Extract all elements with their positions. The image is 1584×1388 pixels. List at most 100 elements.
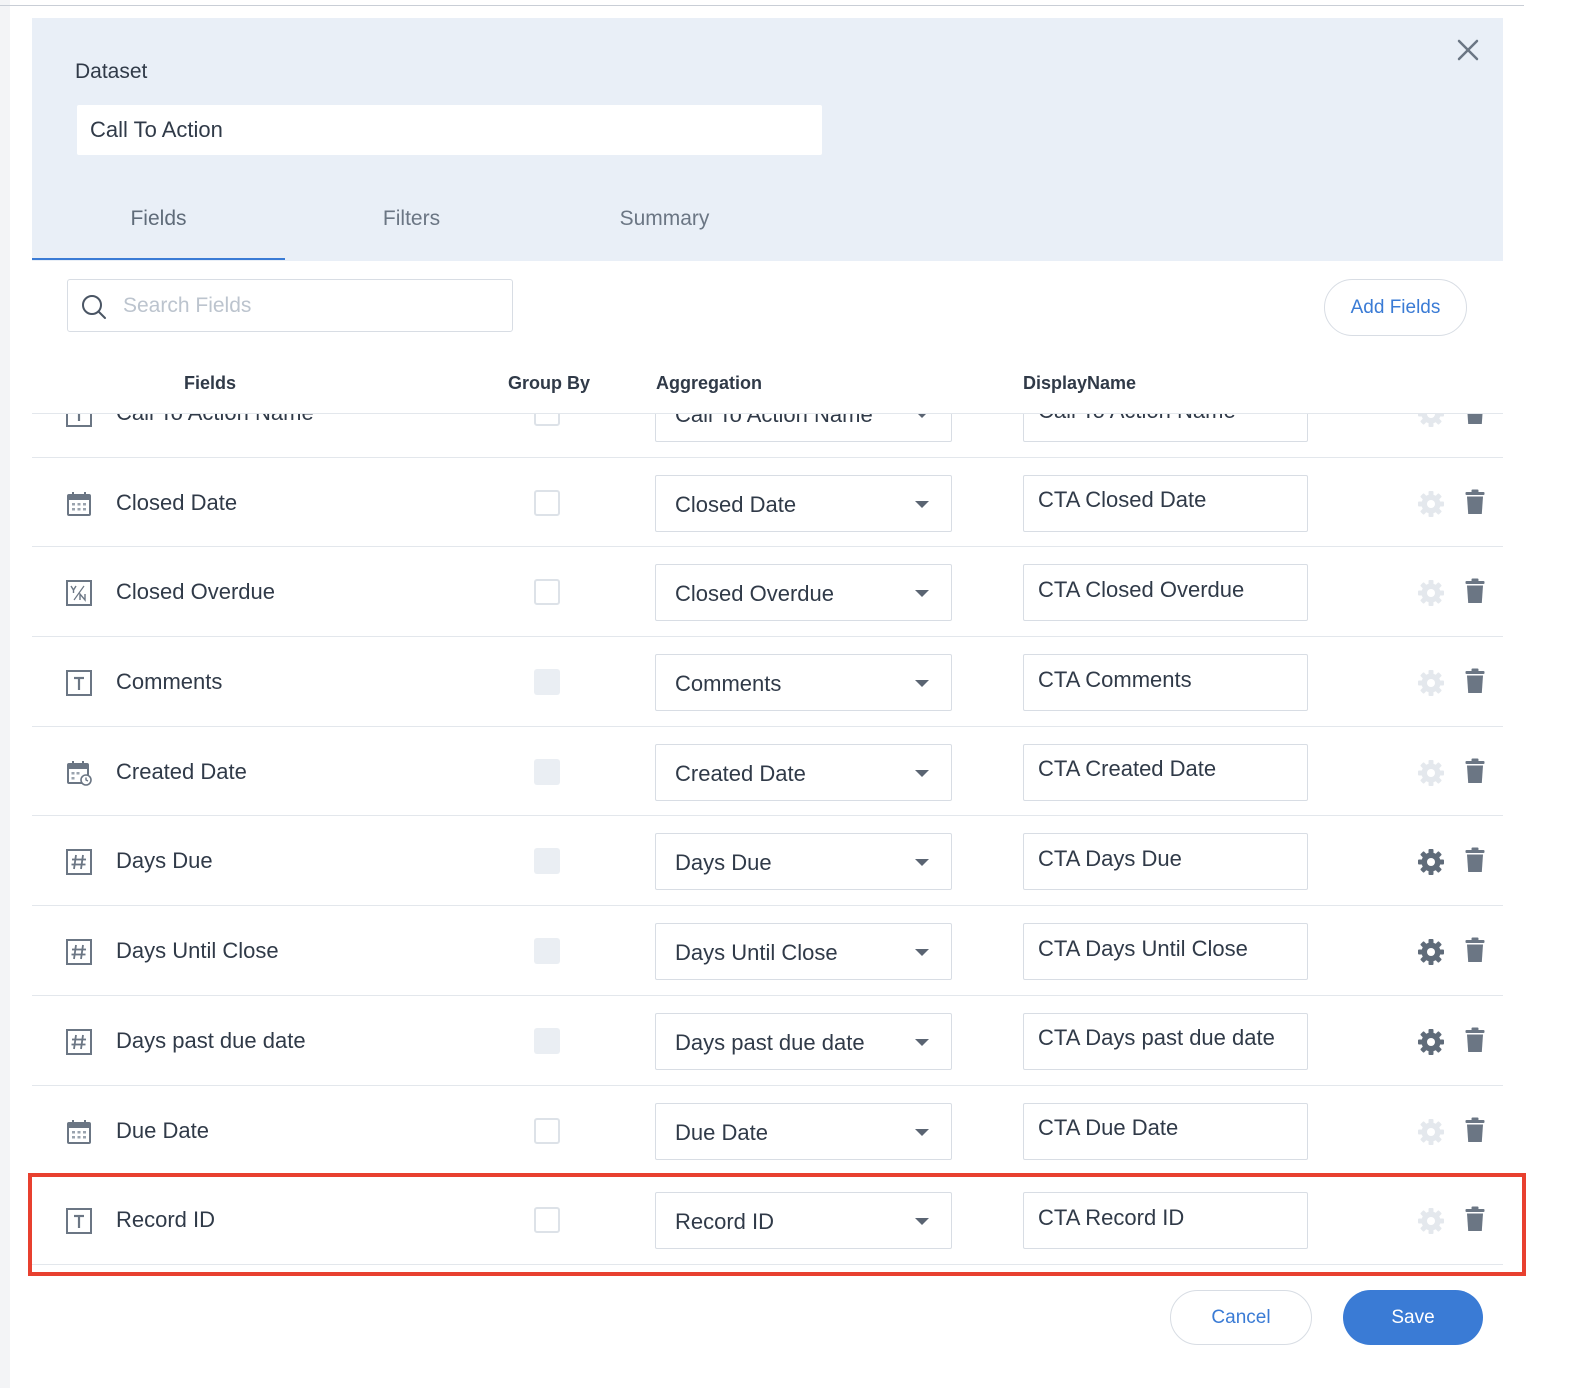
display-name-input[interactable] (1023, 833, 1308, 891)
group-by-checkbox[interactable] (534, 414, 560, 426)
table-row: Created Date Created Date (32, 727, 1503, 817)
display-name-input[interactable] (1023, 654, 1308, 712)
caret-down-icon (915, 859, 929, 867)
field-name: Days Until Close (116, 938, 279, 964)
aggregation-value: Days Until Close (675, 940, 838, 966)
field-name: Closed Date (116, 489, 238, 515)
group-by-checkbox[interactable] (534, 1207, 560, 1234)
display-name-input[interactable] (1023, 923, 1308, 981)
fields-table-body: Call To Action Name Call To Action Name Cl… (32, 413, 1503, 1265)
text-field-icon (66, 414, 92, 427)
number-field-icon (66, 849, 92, 876)
gear-icon (1418, 759, 1444, 786)
tab-summary[interactable]: Summary (538, 194, 791, 260)
trash-icon[interactable] (1465, 578, 1485, 604)
aggregation-select[interactable]: Days Due (655, 833, 952, 891)
trash-icon[interactable] (1465, 937, 1485, 963)
trash-icon[interactable] (1465, 489, 1485, 515)
top-divider (0, 5, 1524, 6)
cancel-button[interactable]: Cancel (1170, 1290, 1312, 1345)
display-name-input[interactable] (1023, 1012, 1308, 1070)
table-row: Days Due Days Due (32, 816, 1503, 907)
aggregation-value: Days past due date (675, 1029, 865, 1055)
display-name-input[interactable] (1023, 743, 1308, 801)
caret-down-icon (915, 1128, 929, 1136)
gear-icon (1418, 490, 1444, 517)
gear-icon[interactable] (1417, 848, 1445, 876)
aggregation-select[interactable]: Call To Action Name (655, 413, 952, 442)
display-name-input[interactable] (1023, 1102, 1308, 1160)
group-by-checkbox (534, 848, 560, 875)
table-row: Closed Date Closed Date (32, 458, 1503, 548)
display-name-input[interactable] (1023, 414, 1308, 442)
trash-icon[interactable] (1465, 847, 1485, 873)
aggregation-select[interactable]: Comments (655, 654, 952, 712)
column-header-fields: Fields (184, 373, 237, 393)
group-by-checkbox (534, 1027, 560, 1054)
field-name: Days past due date (116, 1027, 306, 1053)
caret-down-icon (915, 949, 929, 957)
trash-icon[interactable] (1465, 1117, 1485, 1143)
group-by-checkbox[interactable] (534, 579, 560, 606)
fields-table[interactable]: Call To Action Name Call To Action Name Cl… (32, 413, 1503, 1275)
aggregation-select[interactable]: Closed Date (655, 474, 952, 532)
calendar-icon (67, 1119, 91, 1144)
column-header-aggregation: Aggregation (656, 373, 762, 393)
caret-down-icon (915, 590, 929, 598)
caret-down-icon (915, 680, 929, 688)
aggregation-select[interactable]: Days past due date (655, 1012, 952, 1070)
group-by-checkbox (534, 669, 560, 696)
field-name: Call To Action Name (116, 414, 314, 426)
aggregation-value: Comments (675, 671, 782, 697)
display-name-input[interactable] (1023, 474, 1308, 532)
field-name: Comments (116, 669, 223, 695)
boolean-field-icon (66, 580, 92, 607)
aggregation-select[interactable]: Closed Overdue (655, 564, 952, 622)
aggregation-select[interactable]: Created Date (655, 743, 952, 801)
column-header-group-by: Group By (508, 373, 591, 393)
trash-icon[interactable] (1465, 758, 1485, 784)
dataset-name-input[interactable] (77, 105, 822, 155)
trash-icon[interactable] (1465, 1027, 1485, 1053)
number-field-icon (66, 1028, 92, 1055)
close-icon (1457, 39, 1479, 61)
field-name: Record ID (116, 1207, 216, 1233)
caret-down-icon (915, 1218, 929, 1226)
gear-icon (1418, 414, 1444, 427)
aggregation-value: Closed Date (675, 491, 797, 517)
group-by-checkbox[interactable] (534, 1117, 560, 1144)
aggregation-value: Call To Action Name (675, 413, 873, 427)
trash-icon[interactable] (1465, 413, 1485, 425)
search-input[interactable] (123, 288, 493, 324)
group-by-checkbox[interactable] (534, 489, 560, 516)
close-button[interactable] (1452, 34, 1484, 66)
gear-icon[interactable] (1417, 938, 1445, 966)
field-name: Created Date (116, 758, 247, 784)
aggregation-select[interactable]: Record ID (655, 1192, 952, 1250)
field-name: Closed Overdue (116, 579, 275, 605)
trash-icon[interactable] (1465, 1206, 1485, 1232)
aggregation-value: Closed Overdue (675, 581, 834, 607)
background-page-edge (0, 0, 10, 1388)
gear-icon (1418, 580, 1444, 607)
add-fields-button[interactable]: Add Fields (1324, 279, 1467, 336)
tab-filters[interactable]: Filters (285, 194, 538, 260)
save-button[interactable]: Save (1343, 1290, 1483, 1345)
aggregation-select[interactable]: Due Date (655, 1102, 952, 1160)
group-by-checkbox (534, 938, 560, 965)
aggregation-value: Due Date (675, 1119, 768, 1145)
caret-down-icon (915, 769, 929, 777)
number-field-icon (66, 939, 92, 966)
gear-icon (1418, 670, 1444, 697)
caret-down-icon (915, 500, 929, 508)
aggregation-select[interactable]: Days Until Close (655, 923, 952, 981)
column-header-display-name: DisplayName (1023, 373, 1137, 393)
display-name-input[interactable] (1023, 1192, 1308, 1250)
gear-icon[interactable] (1417, 1028, 1445, 1056)
trash-icon[interactable] (1465, 668, 1485, 694)
caret-down-icon (915, 1038, 929, 1046)
calendar-icon (67, 491, 91, 516)
modal-header: Dataset FieldsFiltersSummary (32, 18, 1503, 261)
display-name-input[interactable] (1023, 564, 1308, 622)
tab-fields[interactable]: Fields (32, 194, 285, 260)
